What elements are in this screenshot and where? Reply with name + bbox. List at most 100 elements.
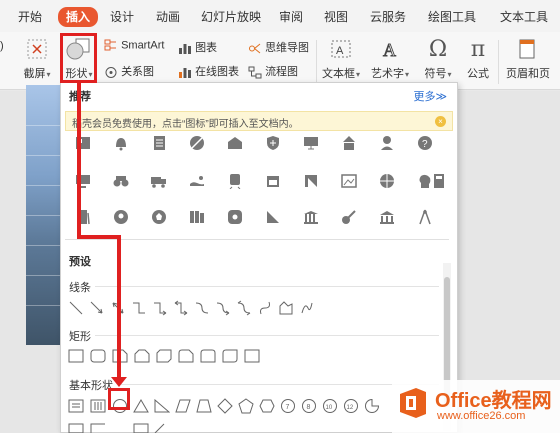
music-disc-icon[interactable] [225, 207, 245, 227]
notebook-pen-icon[interactable] [73, 207, 93, 227]
curved-connector-shape[interactable] [192, 298, 212, 318]
bank-icon[interactable] [377, 207, 397, 227]
toolbar-divider [498, 40, 499, 84]
diamond-shape[interactable] [215, 396, 235, 416]
l-shape[interactable] [131, 418, 151, 433]
svg-text:A: A [336, 45, 344, 57]
rounded-rectangle-shape[interactable] [88, 346, 108, 366]
textbox-button[interactable]: A 文本框▾ [318, 36, 364, 81]
calendar-icon[interactable] [263, 171, 283, 191]
right-triangle-shape[interactable] [152, 396, 172, 416]
curved-double-arrow-shape[interactable] [234, 298, 254, 318]
screenshot-button[interactable]: 截屏▾ [20, 36, 54, 81]
tab-home[interactable]: 开始 [18, 8, 42, 26]
snip-diagonal-rectangle-shape[interactable] [154, 346, 174, 366]
books-icon[interactable] [187, 207, 207, 227]
trapezoid-shape[interactable] [194, 396, 214, 416]
no-camera-icon[interactable] [187, 133, 207, 153]
presentation-board-icon[interactable] [301, 133, 321, 153]
half-frame-shape[interactable] [88, 418, 108, 433]
line-shape[interactable] [66, 298, 86, 318]
heptagon-shape[interactable]: 7 [278, 396, 298, 416]
pagoda-icon[interactable] [339, 133, 359, 153]
tab-slideshow[interactable]: 幻灯片放映 [201, 8, 261, 26]
tab-text-tools[interactable]: 文本工具 [500, 8, 548, 26]
freeform-shape[interactable] [276, 298, 296, 318]
train-icon[interactable] [225, 171, 245, 191]
binoculars-icon[interactable] [111, 171, 131, 191]
rectangle-shape[interactable] [66, 346, 86, 366]
wordart-button[interactable]: A 艺术字▾ [368, 36, 412, 81]
nature-letter-icon[interactable] [301, 171, 321, 191]
tab-drawing-tools[interactable]: 绘图工具 [428, 8, 476, 26]
tab-design[interactable]: 设计 [110, 8, 134, 26]
elbow-connector-shape[interactable] [129, 298, 149, 318]
mail-open-icon[interactable] [225, 133, 245, 153]
tab-animation[interactable]: 动画 [156, 8, 180, 26]
pie-shape[interactable] [362, 396, 382, 416]
library-icon[interactable] [301, 207, 321, 227]
round-diagonal-rectangle-shape[interactable] [220, 346, 240, 366]
online-chart-label: 在线图表 [195, 66, 240, 78]
round-same-side-rectangle-shape[interactable] [198, 346, 218, 366]
scissors-partial-icon: ) [0, 40, 4, 52]
flowchart-button[interactable]: 流程图 [248, 63, 298, 79]
group-label-basic-shapes: 基本形状 [69, 380, 113, 392]
chart-button[interactable]: 图表 [178, 39, 217, 55]
tab-view[interactable]: 视图 [324, 8, 348, 26]
bell-icon[interactable] [111, 133, 131, 153]
octagon-shape[interactable]: 8 [299, 396, 319, 416]
guitar-icon[interactable] [339, 207, 359, 227]
relation-chart-button[interactable]: 关系图 [104, 63, 154, 79]
frame-shape[interactable] [66, 418, 86, 433]
soccer-ball-icon[interactable] [149, 207, 169, 227]
ribbon-tabbar: 开始 插入 设计 动画 幻灯片放映 审阅 视图 云服务 绘图工具 文本工具 [0, 0, 560, 32]
curve-shape[interactable] [255, 298, 275, 318]
online-chart-button[interactable]: 在线图表 [178, 63, 239, 79]
id-card-icon[interactable] [73, 133, 93, 153]
header-footer-button[interactable]: 页眉和页 [504, 36, 560, 81]
smartart-button[interactable]: SmartArt [104, 39, 164, 52]
tab-insert[interactable]: 插入 [58, 7, 99, 27]
shield-plus-icon[interactable] [263, 133, 283, 153]
decagon-shape[interactable]: 10 [320, 396, 340, 416]
scribble-shape[interactable] [297, 298, 317, 318]
triangle-shape[interactable] [131, 396, 151, 416]
tab-review[interactable]: 审阅 [279, 8, 303, 26]
compass-drawing-icon[interactable] [415, 207, 435, 227]
snip-same-side-rectangle-shape[interactable] [132, 346, 152, 366]
truck-icon[interactable] [149, 171, 169, 191]
vertical-text-box-shape[interactable] [88, 396, 108, 416]
question-icon[interactable]: ? [415, 133, 435, 153]
swimmer-icon[interactable] [187, 171, 207, 191]
symbol-button[interactable]: Ω 符号▾ [420, 36, 456, 81]
formula-button[interactable]: π 公式 [462, 36, 494, 81]
document-icon[interactable] [149, 133, 169, 153]
elbow-double-arrow-shape[interactable] [171, 298, 191, 318]
pentagon-shape[interactable] [236, 396, 256, 416]
curved-arrow-connector-shape[interactable] [213, 298, 233, 318]
person-plus-icon[interactable] [377, 133, 397, 153]
calculator-icon[interactable] [429, 171, 449, 191]
mindmap-button[interactable]: 思维导图 [248, 39, 309, 55]
ruler-triangle-icon[interactable] [263, 207, 283, 227]
rectangle-alt-shape[interactable] [242, 346, 262, 366]
text-box-shape[interactable] [66, 396, 86, 416]
elbow-arrow-connector-shape[interactable] [150, 298, 170, 318]
arrow-line-shape[interactable] [87, 298, 107, 318]
diagonal-stripe-shape[interactable] [152, 418, 172, 433]
tab-cloud[interactable]: 云服务 [370, 8, 406, 26]
close-icon[interactable]: × [435, 116, 446, 127]
location-pin-icon[interactable] [111, 207, 131, 227]
svg-text:A: A [383, 40, 396, 60]
hexagon-shape[interactable] [257, 396, 277, 416]
formula-label: 公式 [467, 68, 489, 80]
basketball-icon[interactable] [377, 171, 397, 191]
monitor-icon[interactable] [73, 171, 93, 191]
round-snip-rectangle-shape[interactable] [176, 346, 196, 366]
more-link[interactable]: 更多≫ [413, 88, 447, 104]
image-frame-icon[interactable] [339, 171, 359, 191]
mindmap-icon [249, 43, 261, 53]
parallelogram-shape[interactable] [173, 396, 193, 416]
dodecagon-shape[interactable]: 12 [341, 396, 361, 416]
